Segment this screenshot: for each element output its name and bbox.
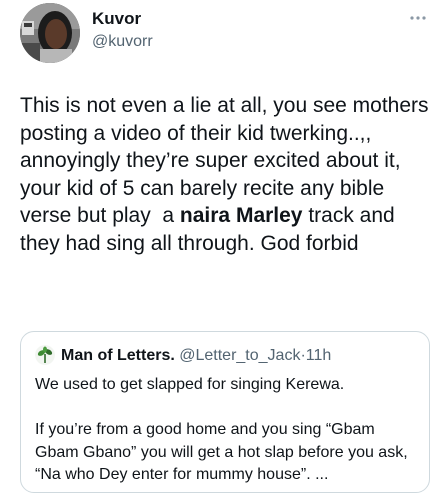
quoted-text: We used to get slapped for singing Kerew… [35,376,408,483]
quoted-author-avatar [35,345,55,365]
quoted-display-name: Man of Letters. [61,347,175,364]
more-options-button[interactable] [406,10,430,26]
quoted-timestamp: 11h [305,347,332,364]
quoted-header: Man of Letters. @Letter_to_Jack·11h [61,346,331,366]
plant-icon [35,345,55,365]
tweet-text-bold: naira Marley [179,204,303,227]
author-info: Kuvor @kuvorr [92,9,153,52]
tweet: Kuvor @kuvorr This is not even a lie at … [0,0,446,500]
author-handle[interactable]: @kuvorr [92,32,153,52]
quoted-tweet[interactable]: Man of Letters. @Letter_to_Jack·11h We u… [20,331,430,493]
more-horizontal-icon [410,16,426,20]
author-display-name[interactable]: Kuvor [92,9,153,29]
tweet-text: This is not even a lie at all, you see m… [20,92,440,257]
author-avatar[interactable] [20,3,80,63]
quoted-handle: @Letter_to_Jack [179,347,301,364]
avatar-photo [20,3,80,63]
